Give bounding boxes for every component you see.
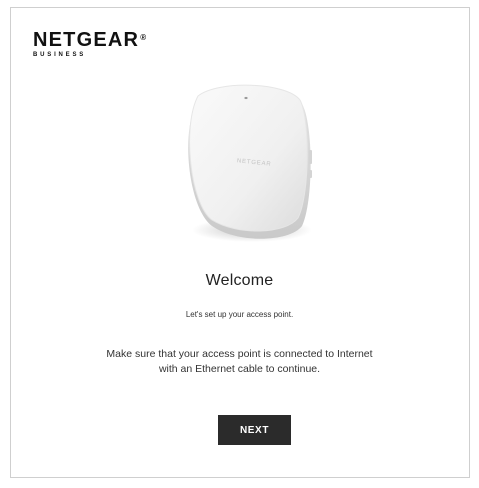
next-button[interactable]: NEXT bbox=[218, 415, 291, 445]
welcome-title: Welcome bbox=[205, 272, 274, 289]
netgear-business-logo: NETGEAR® BUSINESS bbox=[33, 30, 147, 59]
instructions-line-1: Make sure that your access point is conn… bbox=[106, 348, 373, 360]
brand-name: NETGEAR bbox=[33, 29, 140, 51]
welcome-subtitle: Let's set up your access point. bbox=[185, 310, 294, 319]
brand-subtitle: BUSINESS bbox=[33, 52, 87, 58]
setup-instructions: Make sure that your access point is conn… bbox=[0, 347, 479, 377]
brand-registered-mark: ® bbox=[140, 33, 148, 42]
instructions-line-2: with an Ethernet cable to continue. bbox=[158, 363, 321, 375]
access-point-image: NETGEAR bbox=[168, 80, 318, 250]
